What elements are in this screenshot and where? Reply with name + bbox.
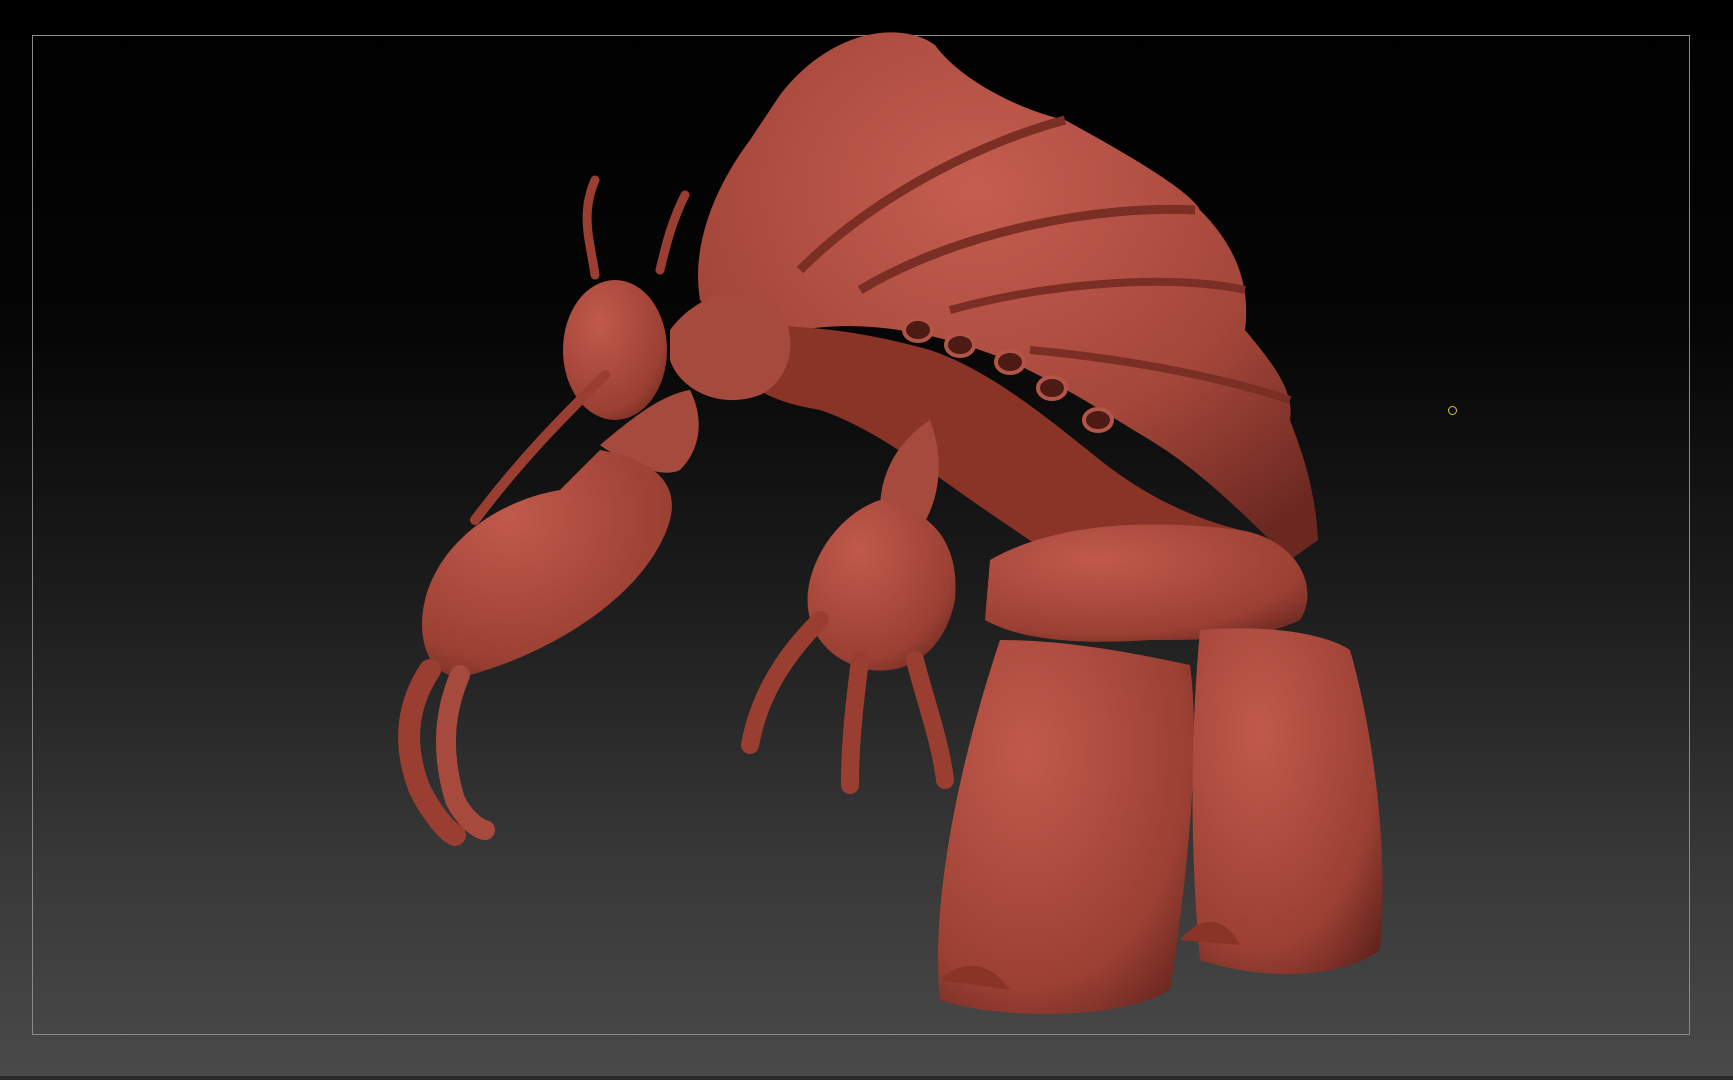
viewport-canvas[interactable]: [0, 0, 1733, 1080]
left-arm-claw-body: [422, 450, 672, 677]
circle-marker-icon[interactable]: [1448, 406, 1457, 415]
rear-leg-right-shin: [1192, 628, 1383, 974]
antenna-right: [655, 190, 690, 275]
middle-arm-finger: [841, 651, 869, 794]
middle-arm-finger: [741, 611, 829, 754]
sculpt-model[interactable]: [0, 0, 1733, 1080]
neck-plate: [670, 292, 791, 401]
left-arm-finger: [435, 665, 495, 840]
rear-leg-left-shin: [938, 640, 1194, 1014]
antenna-left: [582, 175, 600, 280]
middle-arm-finger: [906, 651, 954, 789]
viewport-bottom-border: [0, 1076, 1733, 1080]
rear-leg-thigh: [985, 524, 1308, 642]
middle-arm-forearm: [807, 500, 956, 671]
